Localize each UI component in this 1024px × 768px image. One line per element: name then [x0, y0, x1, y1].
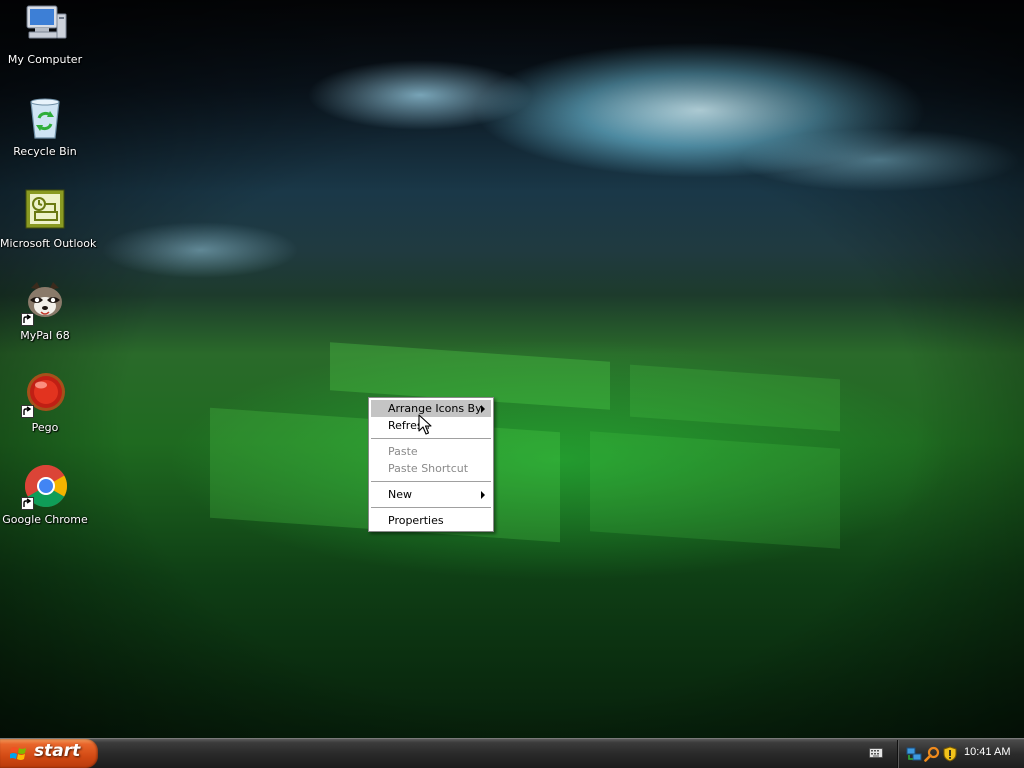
menu-item-label: Properties	[388, 514, 444, 527]
desktop-icon-label: Pego	[31, 421, 59, 434]
desktop-icon-label: Microsoft Outlook	[0, 237, 97, 250]
shortcut-arrow-icon	[21, 497, 34, 510]
desktop-icon-recycle-bin[interactable]: Recycle Bin	[0, 94, 90, 158]
mypal-raccoon-icon	[21, 278, 69, 326]
desktop-icon-label: Recycle Bin	[13, 145, 77, 158]
shortcut-arrow-icon	[21, 313, 34, 326]
desktop[interactable]: My Computer Recycle Bin Microsoft Outloo…	[0, 0, 1024, 738]
menu-item-paste: Paste	[371, 443, 491, 460]
menu-separator	[371, 507, 491, 508]
system-tray: 10:41 AM	[897, 740, 1024, 768]
desktop-icon-my-computer[interactable]: My Computer	[0, 2, 90, 66]
desktop-icon-label: Google Chrome	[2, 513, 88, 526]
start-label: start	[34, 741, 81, 761]
recycle-bin-icon	[21, 94, 69, 142]
mouse-cursor-icon	[418, 414, 434, 436]
security-shield-icon[interactable]	[942, 746, 958, 762]
computer-icon	[21, 2, 69, 50]
network-icon[interactable]	[906, 746, 922, 762]
menu-separator	[371, 438, 491, 439]
submenu-arrow-icon	[481, 405, 485, 413]
menu-item-label: Paste Shortcut	[388, 462, 469, 475]
desktop-icon-google-chrome[interactable]: Google Chrome	[0, 462, 90, 526]
pego-red-circle-icon	[21, 370, 69, 418]
start-button[interactable]: start	[0, 739, 98, 768]
menu-item-paste-shortcut: Paste Shortcut	[371, 460, 491, 477]
submenu-arrow-icon	[481, 491, 485, 499]
clock[interactable]: 10:41 AM	[964, 746, 1010, 758]
search-icon[interactable]	[924, 746, 940, 762]
desktop-icon-label: My Computer	[7, 53, 83, 66]
wallpaper-logo-pane	[630, 364, 840, 432]
menu-item-properties[interactable]: Properties	[371, 512, 491, 529]
wallpaper-logo-pane	[590, 431, 840, 549]
menu-item-label: Paste	[388, 445, 418, 458]
desktop-icon-label: MyPal 68	[20, 329, 70, 342]
outlook-icon	[21, 186, 69, 234]
desktop-icon-pego[interactable]: Pego	[0, 370, 90, 434]
menu-item-new[interactable]: New	[371, 486, 491, 503]
menu-item-label: Arrange Icons By	[388, 402, 482, 415]
desktop-icon-microsoft-outlook[interactable]: Microsoft Outlook	[0, 186, 97, 250]
menu-item-label: New	[388, 488, 412, 501]
taskbar: start 10:41 AM	[0, 738, 1024, 768]
keyboard-icon[interactable]	[869, 748, 883, 758]
shortcut-arrow-icon	[21, 405, 34, 418]
menu-separator	[371, 481, 491, 482]
windows-logo-icon	[10, 747, 26, 760]
desktop-icon-mypal[interactable]: MyPal 68	[0, 278, 90, 342]
chrome-icon	[21, 462, 69, 510]
